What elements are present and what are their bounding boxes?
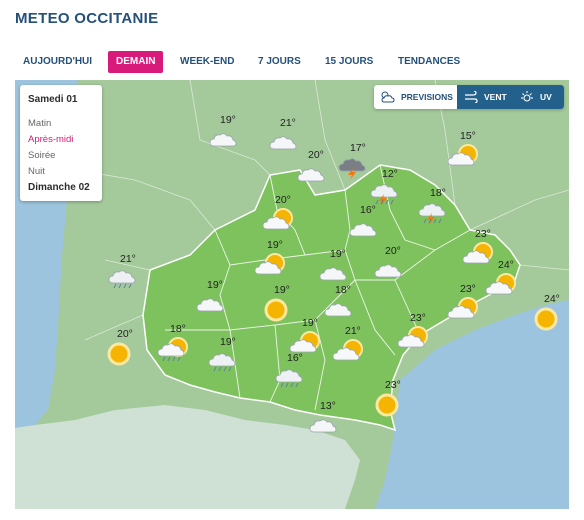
layer-wind[interactable]: VENT bbox=[457, 85, 513, 109]
page-title: METEO OCCITANIE bbox=[15, 10, 159, 27]
forecast-temperature: 23° bbox=[460, 283, 476, 295]
period-selector: Samedi 01 Matin Après-midi Soirée Nuit D… bbox=[20, 85, 102, 201]
tab-weekend[interactable]: WEEK-END bbox=[180, 51, 234, 73]
partly-cloudy-icon bbox=[255, 253, 285, 275]
period-evening[interactable]: Soirée bbox=[28, 150, 55, 161]
forecast-temperature: 16° bbox=[360, 204, 376, 216]
forecast-temperature: 18° bbox=[170, 323, 186, 335]
tab-today[interactable]: AUJOURD'HUI bbox=[23, 51, 92, 73]
layer-forecast[interactable]: PREVISIONS bbox=[380, 85, 454, 109]
cloud-icon bbox=[196, 298, 224, 312]
day-label-sunday[interactable]: Dimanche 02 bbox=[28, 182, 90, 193]
partly-cloudy-icon bbox=[486, 273, 516, 295]
weather-map[interactable]: Samedi 01 Matin Après-midi Soirée Nuit D… bbox=[15, 80, 569, 509]
tab-7-days[interactable]: 7 JOURS bbox=[258, 51, 301, 73]
forecast-temperature: 20° bbox=[308, 149, 324, 161]
thunderstorm-icon bbox=[338, 158, 366, 180]
tab-15-days[interactable]: 15 JOURS bbox=[325, 51, 373, 73]
partly-cloudy-icon bbox=[448, 297, 478, 319]
period-night[interactable]: Nuit bbox=[28, 166, 45, 177]
rain-icon bbox=[108, 270, 136, 289]
forecast-temperature: 19° bbox=[330, 248, 346, 260]
partly-cloudy-icon bbox=[333, 339, 363, 361]
forecast-temperature: 19° bbox=[220, 114, 236, 126]
rain-icon bbox=[275, 369, 303, 388]
layer-wind-label: VENT bbox=[484, 92, 507, 102]
tab-tomorrow[interactable]: DEMAIN bbox=[108, 51, 164, 73]
forecast-temperature: 19° bbox=[302, 317, 318, 329]
uv-sun-icon bbox=[521, 91, 533, 102]
partly-cloudy-icon bbox=[263, 208, 293, 230]
wind-icon bbox=[465, 91, 478, 103]
period-afternoon[interactable]: Après-midi bbox=[28, 134, 73, 145]
forecast-temperature: 15° bbox=[460, 130, 476, 142]
forecast-temperature: 20° bbox=[117, 328, 133, 340]
forecast-temperature: 21° bbox=[345, 325, 361, 337]
forecast-temperature: 16° bbox=[287, 352, 303, 364]
sun-icon bbox=[264, 298, 288, 322]
layer-forecast-label: PREVISIONS bbox=[401, 92, 453, 102]
cloud-icon bbox=[349, 223, 377, 237]
forecast-temperature: 23° bbox=[385, 379, 401, 391]
forecast-temperature: 21° bbox=[120, 253, 136, 265]
forecast-temperature: 19° bbox=[207, 279, 223, 291]
cloud-icon bbox=[309, 419, 337, 433]
sun-icon bbox=[534, 307, 558, 331]
partly-cloudy-icon bbox=[398, 326, 428, 348]
forecast-temperature: 18° bbox=[430, 187, 446, 199]
tab-trends[interactable]: TENDANCES bbox=[398, 51, 460, 73]
layer-uv-label: UV bbox=[540, 92, 552, 102]
forecast-temperature: 24° bbox=[498, 259, 514, 271]
partly-cloudy-rain-icon bbox=[158, 337, 188, 362]
forecast-temperature: 24° bbox=[544, 293, 560, 305]
layer-switcher: PREVISIONS VENT UV bbox=[374, 85, 564, 109]
forecast-temperature: 23° bbox=[475, 228, 491, 240]
forecast-temperature: 19° bbox=[274, 284, 290, 296]
period-morning[interactable]: Matin bbox=[28, 118, 51, 129]
forecast-temperature: 23° bbox=[410, 312, 426, 324]
forecast-temperature: 21° bbox=[280, 117, 296, 129]
forecast-temperature: 18° bbox=[335, 284, 351, 296]
forecast-temperature: 19° bbox=[267, 239, 283, 251]
day-label-saturday[interactable]: Samedi 01 bbox=[28, 94, 77, 105]
forecast-temperature: 20° bbox=[385, 245, 401, 257]
forecast-temperature: 20° bbox=[275, 194, 291, 206]
cloud-icon bbox=[297, 168, 325, 182]
forecast-temperature: 13° bbox=[320, 400, 336, 412]
forecast-temperature: 19° bbox=[220, 336, 236, 348]
partly-cloudy-icon bbox=[448, 144, 478, 166]
cloud-icon bbox=[269, 136, 297, 150]
sun-icon bbox=[107, 342, 131, 366]
cloud-icon bbox=[324, 303, 352, 317]
cloud-icon bbox=[209, 133, 237, 147]
storm-rain-icon bbox=[418, 203, 446, 225]
sun-icon bbox=[375, 393, 399, 417]
cloud-sun-icon bbox=[381, 91, 395, 103]
partly-cloudy-icon bbox=[463, 242, 493, 264]
cloud-icon bbox=[374, 264, 402, 278]
rain-icon bbox=[208, 353, 236, 372]
forecast-temperature: 17° bbox=[350, 142, 366, 154]
forecast-temperature: 12° bbox=[382, 168, 398, 180]
layer-uv[interactable]: UV bbox=[513, 85, 564, 109]
